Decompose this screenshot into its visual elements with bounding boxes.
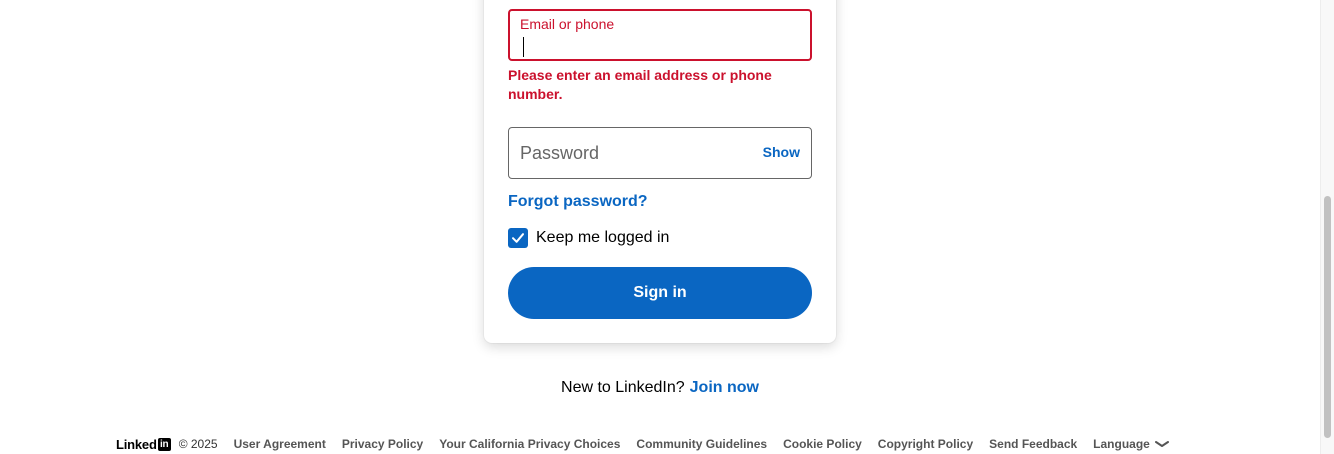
forgot-password-link[interactable]: Forgot password?: [508, 193, 648, 211]
footer-link-cookie-policy[interactable]: Cookie Policy: [783, 437, 862, 451]
vertical-scrollbar[interactable]: [1320, 0, 1334, 454]
show-password-button[interactable]: Show: [763, 144, 800, 160]
email-field-label: Email or phone: [520, 16, 615, 32]
email-error-message: Please enter an email address or phone n…: [508, 67, 772, 102]
checkmark-icon: [512, 233, 524, 243]
footer-link-copyright-policy[interactable]: Copyright Policy: [878, 437, 973, 451]
join-prompt-text: New to LinkedIn?: [561, 379, 685, 396]
password-field[interactable]: Show: [508, 127, 812, 179]
chevron-down-icon: [1154, 440, 1169, 448]
keep-logged-in-checkbox[interactable]: [508, 228, 528, 248]
linkedin-logo[interactable]: Linked in: [116, 437, 171, 452]
text-cursor: [523, 37, 524, 57]
footer: Linked in © 2025 User Agreement Privacy P…: [116, 435, 1169, 453]
login-page: Email or phone Please enter an email add…: [0, 0, 1334, 454]
email-field[interactable]: Email or phone: [508, 9, 812, 61]
copyright-text: © 2025: [178, 437, 218, 451]
keep-logged-in-label: Keep me logged in: [536, 229, 670, 246]
language-selector[interactable]: Language: [1093, 437, 1169, 451]
footer-link-privacy-policy[interactable]: Privacy Policy: [342, 437, 423, 451]
sign-in-button-label: Sign in: [633, 284, 687, 301]
footer-link-send-feedback[interactable]: Send Feedback: [989, 437, 1077, 451]
logo-badge: in: [157, 437, 171, 451]
join-now-link[interactable]: Join now: [690, 379, 759, 396]
footer-link-california-privacy[interactable]: Your California Privacy Choices: [439, 437, 620, 451]
footer-link-community-guidelines[interactable]: Community Guidelines: [636, 437, 767, 451]
language-label: Language: [1093, 437, 1150, 451]
password-input[interactable]: [520, 128, 750, 178]
footer-link-user-agreement[interactable]: User Agreement: [234, 437, 326, 451]
logo-wordmark: Linked: [116, 436, 157, 452]
sign-in-button[interactable]: Sign in: [508, 267, 812, 319]
keep-logged-in-row: Keep me logged in: [508, 227, 669, 249]
scrollbar-thumb[interactable]: [1324, 196, 1331, 438]
join-prompt: New to LinkedIn? Join now: [0, 379, 1320, 397]
